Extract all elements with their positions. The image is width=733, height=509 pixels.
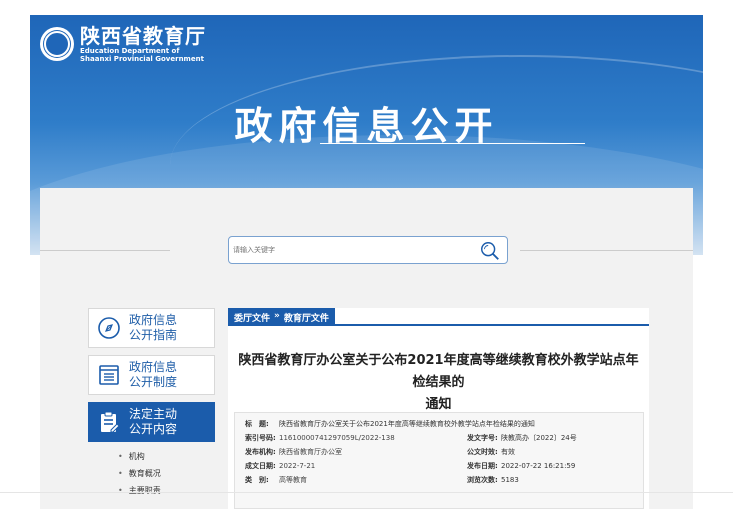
meta-label: 公文时效: — [467, 448, 498, 456]
emblem-icon — [40, 27, 74, 61]
meta-value: 11610000741297059L/2022-138 — [279, 434, 395, 442]
sidebar-sub-item[interactable]: 教育概况 — [118, 465, 161, 482]
logo-subtitle-1: Education Department of — [80, 47, 180, 55]
meta-label: 发布日期: — [467, 462, 498, 470]
logo-subtitle-2: Shaanxi Provincial Government — [80, 55, 204, 63]
meta-value: 2022-07-22 16:21:59 — [501, 462, 576, 470]
meta-label: 发布机构: — [245, 448, 276, 456]
divider — [0, 492, 733, 493]
search-input[interactable] — [229, 237, 459, 263]
search-icon[interactable] — [479, 240, 501, 262]
logo-title: 陕西省教育厅 — [80, 24, 206, 48]
sidebar-item-label: 政府信息 — [129, 360, 178, 374]
sidebar-item-label: 法定主动 — [129, 407, 178, 421]
meta-value: 有效 — [501, 448, 515, 456]
clipboard-edit-icon — [101, 411, 120, 433]
breadcrumb-link-current[interactable]: 教育厅文件 — [284, 311, 329, 324]
meta-value: 陕西省教育厅办公室 — [279, 448, 342, 456]
meta-label: 浏览次数: — [467, 476, 498, 484]
sidebar-item-label: 公开制度 — [129, 375, 178, 389]
sidebar-sub-item[interactable]: 机构 — [118, 448, 161, 465]
compass-icon — [98, 317, 120, 339]
divider — [520, 250, 693, 251]
breadcrumb: 委厅文件 » 教育厅文件 — [228, 308, 335, 326]
sidebar-item-label: 公开指南 — [129, 328, 178, 342]
document-title: 陕西省教育厅办公室关于公布2021年度高等继续教育校外教学站点年检结果的 通知 — [228, 350, 649, 416]
sidebar-item-label: 公开内容 — [129, 422, 178, 436]
meta-value: 5183 — [501, 476, 519, 484]
page-title: 政府信息公开 — [234, 104, 499, 148]
meta-label: 标 题: — [245, 420, 269, 428]
title-underline — [320, 143, 585, 144]
sidebar-sub-item[interactable]: 主要职责 — [118, 482, 161, 499]
sidebar-item-active-content[interactable]: 法定主动 公开内容 — [88, 402, 215, 442]
document-list-icon — [99, 365, 119, 385]
sidebar-item-guide[interactable]: 政府信息 公开指南 — [88, 308, 215, 348]
document-title-line: 陕西省教育厅办公室关于公布2021年度高等继续教育校外教学站点年检结果的 — [238, 353, 639, 390]
meta-label: 类 别: — [245, 476, 269, 484]
sidebar-item-label: 政府信息 — [129, 313, 178, 327]
breadcrumb-separator: » — [274, 311, 280, 321]
meta-label: 成文日期: — [245, 462, 276, 470]
meta-label: 发文字号: — [467, 434, 498, 442]
document-metadata: 标 题: 陕西省教育厅办公室关于公布2021年度高等继续教育校外教学站点年检结果… — [234, 412, 644, 509]
meta-value: 2022-7-21 — [279, 462, 316, 470]
divider — [40, 250, 170, 251]
search-box — [228, 236, 508, 264]
meta-label: 索引号码: — [245, 434, 276, 442]
meta-value: 高等教育 — [279, 476, 307, 484]
meta-value: 陕教高办〔2022〕24号 — [501, 434, 577, 442]
meta-value: 陕西省教育厅办公室关于公布2021年度高等继续教育校外教学站点年检结果的通知 — [279, 420, 535, 428]
site-logo[interactable]: 陕西省教育厅 Education Department of Shaanxi P… — [40, 25, 206, 63]
breadcrumb-bar: 委厅文件 » 教育厅文件 — [228, 308, 649, 326]
sidebar-item-system[interactable]: 政府信息 公开制度 — [88, 355, 215, 395]
breadcrumb-link-parent[interactable]: 委厅文件 — [234, 311, 270, 324]
document-panel: 委厅文件 » 教育厅文件 陕西省教育厅办公室关于公布2021年度高等继续教育校外… — [228, 308, 649, 509]
